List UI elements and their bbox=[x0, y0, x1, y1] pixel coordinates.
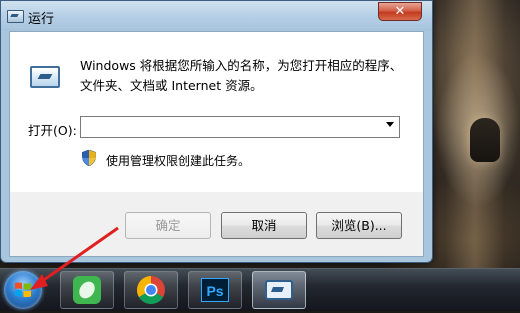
red-pointer-arrow-icon bbox=[30, 226, 119, 290]
